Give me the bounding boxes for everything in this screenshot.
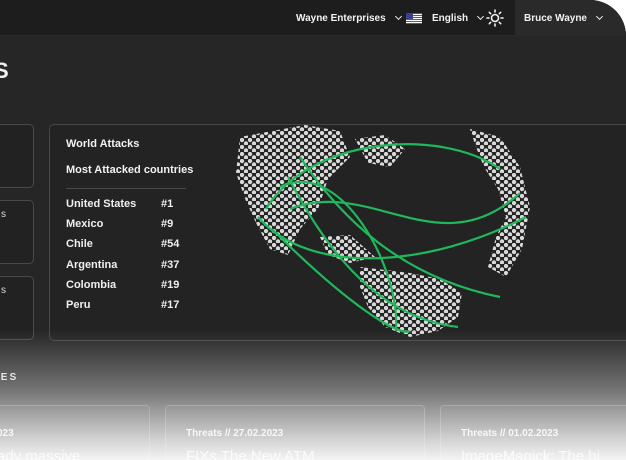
stat-card-label: s [1, 285, 6, 296]
card-title: World Attacks [66, 138, 140, 150]
stat-card-label: s [1, 209, 6, 220]
list-item: Peru #17 [66, 299, 196, 319]
country-name: Chile [66, 238, 93, 251]
country-list: United States #1 Mexico #9 Chile #54 Arg… [66, 198, 196, 319]
continent-shapes [236, 125, 530, 337]
news-headline: ady massive [0, 448, 81, 460]
language-selector[interactable]: English [406, 0, 485, 36]
stat-card[interactable]: s [0, 200, 34, 264]
top-navbar: Wayne Enterprises English Bruce Wayne [0, 0, 626, 36]
news-meta: Threats // 01.02.2023 [461, 428, 559, 439]
country-name: Colombia [66, 278, 117, 291]
language-label: English [432, 12, 469, 24]
list-item: Mexico #9 [66, 218, 196, 238]
country-rank: #9 [161, 218, 174, 231]
world-map-globe [236, 125, 530, 337]
card-subtitle: Most Attacked countries [66, 164, 194, 176]
app-frame: Wayne Enterprises English Bruce Wayne S … [0, 0, 626, 460]
chevron-down-icon [394, 12, 402, 21]
sun-icon [486, 9, 504, 27]
country-rank: #17 [161, 298, 180, 311]
news-meta: 023 [0, 428, 14, 439]
theme-toggle-button[interactable] [486, 0, 504, 36]
chevron-down-icon [595, 12, 604, 21]
divider [66, 188, 186, 189]
country-rank: #54 [161, 238, 180, 251]
section-heading: IES [0, 372, 19, 383]
list-item: Colombia #19 [66, 279, 196, 299]
user-name: Bruce Wayne [524, 12, 587, 24]
organization-selector[interactable]: Wayne Enterprises [296, 0, 402, 36]
country-name: Argentina [66, 258, 118, 271]
country-name: United States [66, 198, 137, 210]
news-meta: Threats // 27.02.2023 [186, 428, 284, 439]
user-menu[interactable]: Bruce Wayne [515, 0, 626, 36]
organization-label: Wayne Enterprises [296, 12, 386, 24]
country-rank: #19 [161, 278, 180, 291]
country-rank: #1 [161, 198, 174, 210]
list-item: Chile #54 [66, 238, 196, 258]
news-card[interactable]: Threats // 27.02.2023 FIXs The New ATM [165, 405, 425, 460]
country-name: Mexico [66, 218, 104, 231]
news-headline: ImageMagick: The hi [461, 448, 600, 460]
news-card[interactable]: Threats // 01.02.2023 ImageMagick: The h… [440, 405, 626, 460]
list-item: Argentina #37 [66, 259, 196, 279]
country-name: Peru [66, 298, 91, 311]
chevron-down-icon [477, 12, 485, 21]
world-attacks-card: World Attacks Most Attacked countries Un… [49, 124, 626, 341]
stat-card[interactable]: s [0, 276, 34, 340]
news-card[interactable]: 023 ady massive [0, 405, 150, 460]
user-menu-content: Bruce Wayne [524, 0, 604, 36]
list-item: United States #1 [66, 198, 196, 218]
stat-card[interactable] [0, 124, 34, 188]
news-headline: FIXs The New ATM [186, 448, 315, 460]
page-title: S [0, 58, 9, 83]
country-rank: #37 [161, 258, 180, 271]
us-flag-icon [406, 12, 422, 24]
